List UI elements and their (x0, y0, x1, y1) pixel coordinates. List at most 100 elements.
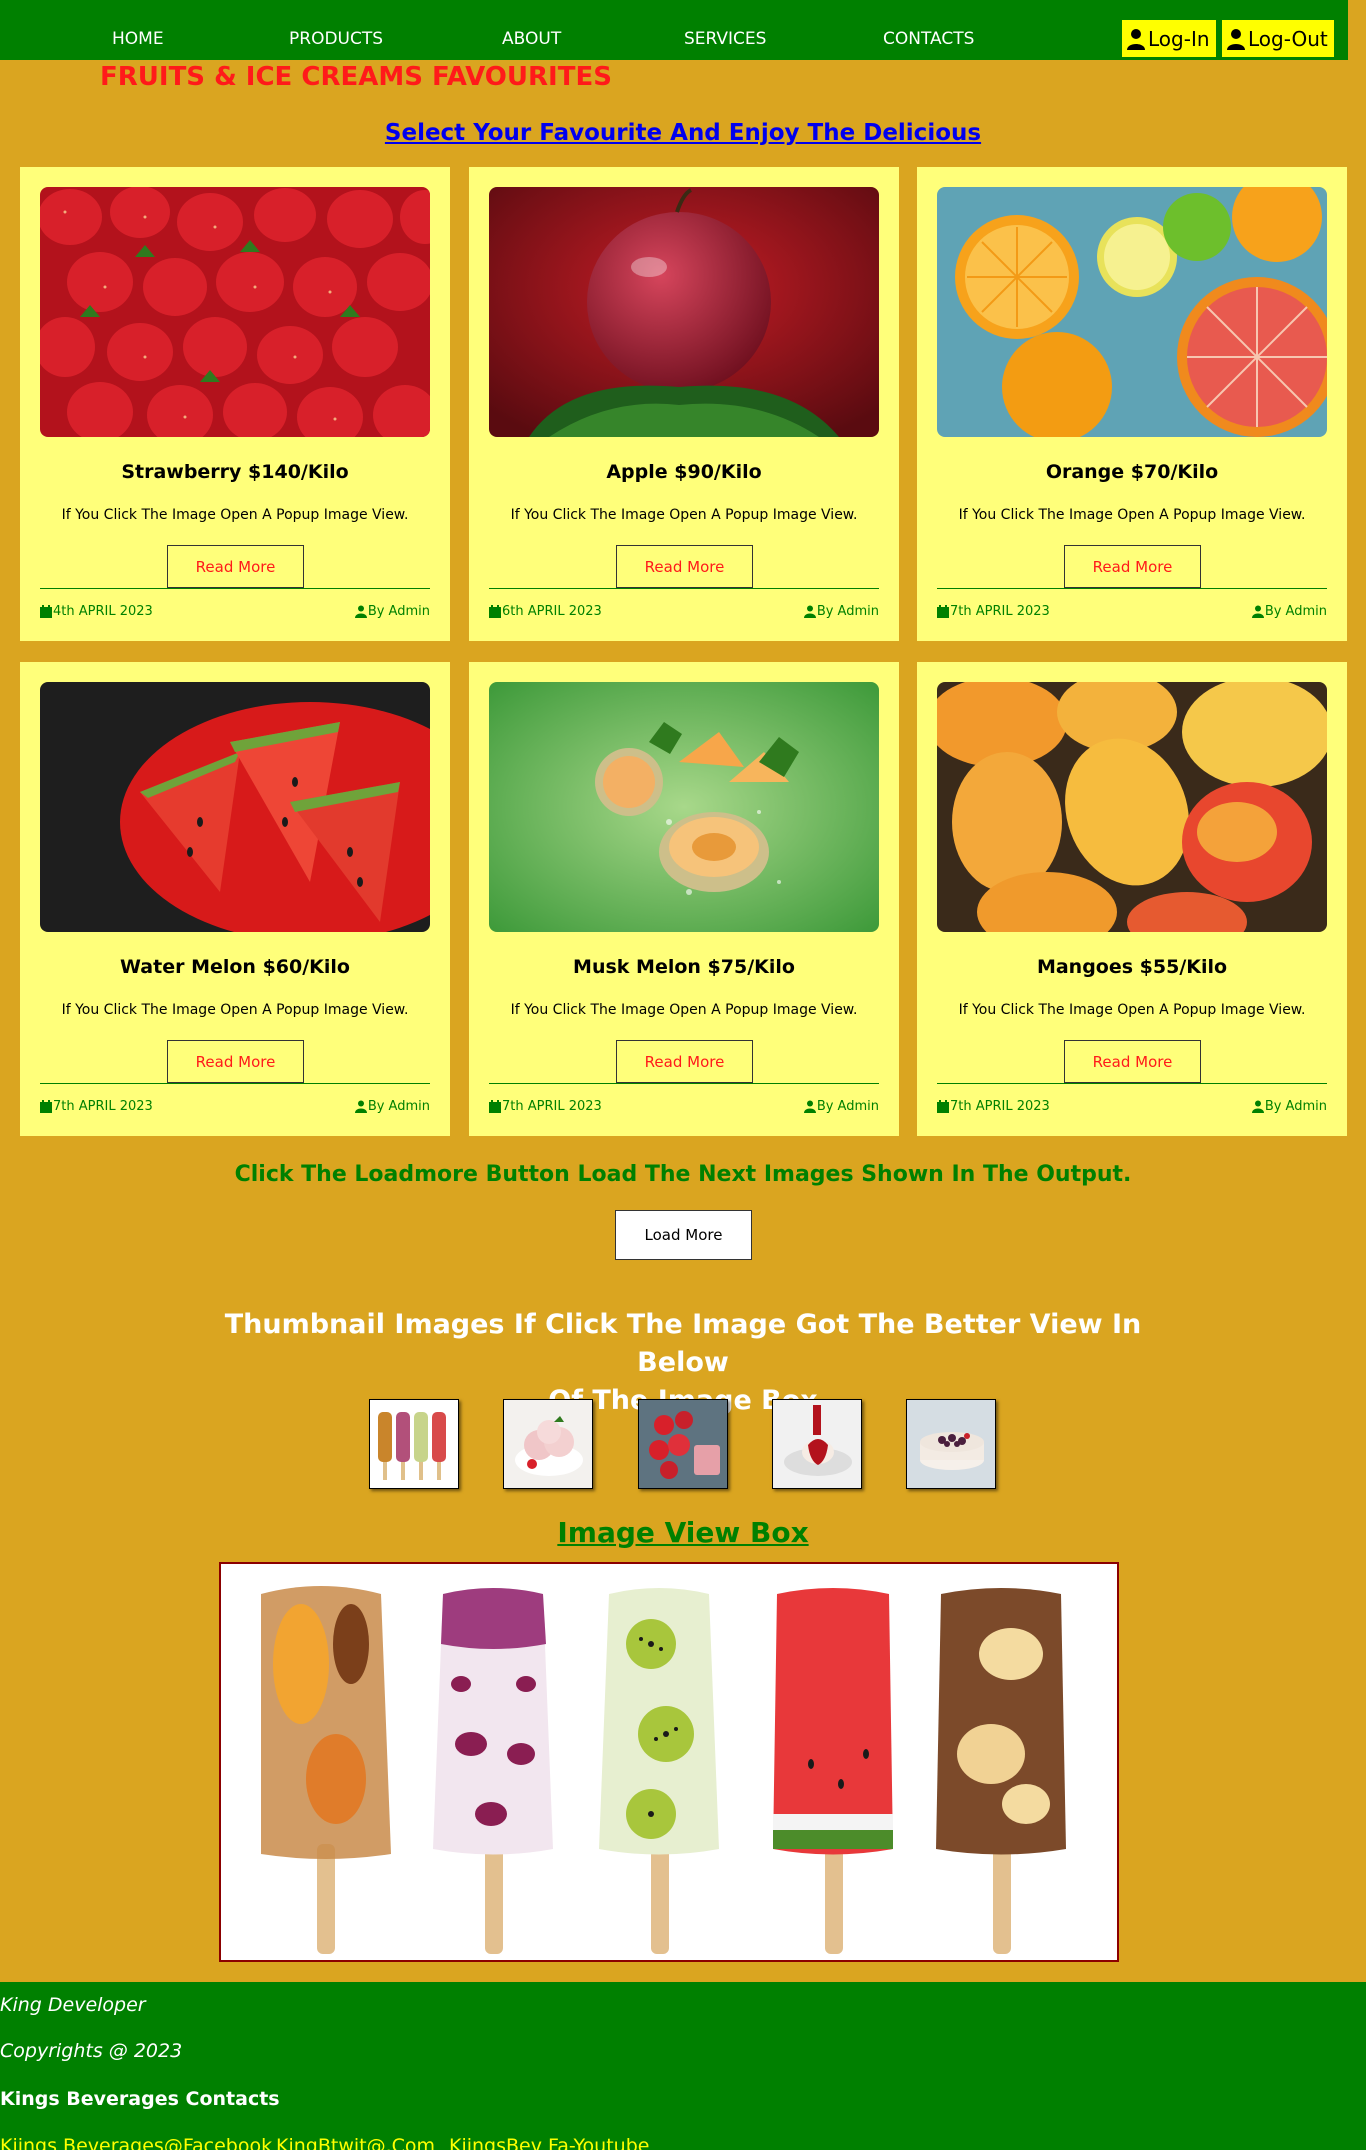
read-more-button[interactable]: Read More (616, 1040, 753, 1083)
product-card: Strawberry $140/Kilo If You Click The Im… (20, 167, 450, 641)
calendar-icon (489, 1100, 501, 1113)
user-icon (1127, 28, 1145, 50)
footer-copyright: Copyrights @ 2023 (0, 2040, 183, 2062)
logout-button[interactable]: Log-Out (1222, 20, 1334, 57)
post-date-text: 7th APRIL 2023 (950, 1099, 1050, 1114)
post-author-text: By Admin (367, 1099, 430, 1114)
divider (489, 588, 879, 589)
product-title: Orange $70/Kilo (1045, 461, 1219, 483)
fruit-popsicles-image (221, 1564, 1117, 1960)
top-nav: HOME PRODUCTS ABOUT SERVICES CONTACTS Lo… (0, 0, 1348, 60)
post-date-text: 6th APRIL 2023 (502, 604, 602, 619)
post-date-text: 4th APRIL 2023 (53, 604, 153, 619)
nav-services-link[interactable]: SERVICES (684, 29, 766, 49)
post-author: By Admin (354, 1099, 430, 1114)
read-more-button[interactable]: Read More (167, 1040, 304, 1083)
calendar-icon (937, 605, 949, 618)
user-icon (1251, 1100, 1264, 1113)
footer-contacts-heading: Kings Beverages Contacts (0, 2088, 280, 2110)
footer: King Developer Copyrights @ 2023 Kings B… (0, 1982, 1366, 2150)
post-author: By Admin (803, 1099, 879, 1114)
read-more-button[interactable]: Read More (616, 545, 753, 588)
thumbnail-strawberry-dessert[interactable] (638, 1399, 728, 1489)
post-author: By Admin (1251, 1099, 1327, 1114)
read-more-button[interactable]: Read More (1064, 1040, 1201, 1083)
page-subtitle-link[interactable]: Select Your Favourite And Enjoy The Deli… (0, 120, 1366, 146)
product-description: If You Click The Image Open A Popup Imag… (510, 507, 858, 523)
product-card: Water Melon $60/Kilo If You Click The Im… (20, 662, 450, 1136)
apple-image[interactable] (489, 187, 879, 437)
calendar-icon (40, 1100, 52, 1113)
read-more-button[interactable]: Read More (167, 545, 304, 588)
post-date-text: 7th APRIL 2023 (502, 1099, 602, 1114)
post-date-text: 7th APRIL 2023 (53, 1099, 153, 1114)
logout-label: Log-Out (1248, 26, 1328, 51)
strawberry-image[interactable] (40, 187, 430, 437)
read-more-button[interactable]: Read More (1064, 545, 1201, 588)
thumbnails-heading-line: Thumbnail Images If Click The Image Got … (224, 1309, 1142, 1378)
user-icon (803, 605, 816, 618)
user-icon (354, 1100, 367, 1113)
youtube-link[interactable]: KiingsBev Fa-Youtube (449, 2135, 649, 2150)
image-view-box[interactable] (219, 1562, 1119, 1962)
nav-products-link[interactable]: PRODUCTS (289, 29, 383, 49)
product-description: If You Click The Image Open A Popup Imag… (958, 1002, 1306, 1018)
loadmore-instructions: Click The Loadmore Button Load The Next … (234, 1162, 1132, 1187)
post-date: 7th APRIL 2023 (937, 604, 1050, 619)
post-author-text: By Admin (367, 604, 430, 619)
post-date: 7th APRIL 2023 (40, 1099, 153, 1114)
product-card: Mangoes $55/Kilo If You Click The Image … (917, 662, 1347, 1136)
thumbnail-ice-pops[interactable] (369, 1399, 459, 1489)
post-author-text: By Admin (816, 1099, 879, 1114)
product-description: If You Click The Image Open A Popup Imag… (510, 1002, 858, 1018)
musk-melon-image[interactable] (489, 682, 879, 932)
post-author: By Admin (1251, 604, 1327, 619)
product-title: Strawberry $140/Kilo (121, 461, 349, 483)
footer-developer: King Developer (0, 1994, 146, 2016)
divider (937, 1083, 1327, 1084)
post-author: By Admin (803, 604, 879, 619)
product-card: Orange $70/Kilo If You Click The Image O… (917, 167, 1347, 641)
post-author-text: By Admin (816, 604, 879, 619)
post-author-text: By Admin (1264, 1099, 1327, 1114)
login-button[interactable]: Log-In (1122, 20, 1216, 57)
image-view-heading: Image View Box (557, 1516, 809, 1549)
divider (40, 588, 430, 589)
product-title: Apple $90/Kilo (606, 461, 762, 483)
post-author-text: By Admin (1264, 604, 1327, 619)
thumbnail-ice-cream-bowl[interactable] (503, 1399, 593, 1489)
thumbnail-berry-cake[interactable] (906, 1399, 996, 1489)
nav-home-link[interactable]: HOME (112, 29, 164, 49)
nav-contacts-link[interactable]: CONTACTS (883, 29, 974, 49)
product-description: If You Click The Image Open A Popup Imag… (61, 1002, 409, 1018)
divider (937, 588, 1327, 589)
calendar-icon (489, 605, 501, 618)
divider (40, 1083, 430, 1084)
user-icon (354, 605, 367, 618)
thumbnail-dessert-plate[interactable] (772, 1399, 862, 1489)
user-icon (1227, 28, 1245, 50)
post-date: 7th APRIL 2023 (937, 1099, 1050, 1114)
user-icon (1251, 605, 1264, 618)
load-more-button[interactable]: Load More (615, 1210, 752, 1260)
facebook-link[interactable]: Kiings Beverages@Facebook (0, 2135, 272, 2150)
page-title: FRUITS & ICE CREAMS FAVOURITES (100, 62, 612, 92)
nav-about-link[interactable]: ABOUT (502, 29, 561, 49)
product-card: Musk Melon $75/Kilo If You Click The Ima… (469, 662, 899, 1136)
login-label: Log-In (1148, 26, 1210, 51)
product-description: If You Click The Image Open A Popup Imag… (61, 507, 409, 523)
product-card: Apple $90/Kilo If You Click The Image Op… (469, 167, 899, 641)
calendar-icon (40, 605, 52, 618)
product-title: Musk Melon $75/Kilo (573, 956, 795, 978)
orange-image[interactable] (937, 187, 1327, 437)
watermelon-image[interactable] (40, 682, 430, 932)
calendar-icon (937, 1100, 949, 1113)
twitter-link[interactable]: KingBtwit@.Com (276, 2135, 435, 2150)
mangoes-image[interactable] (937, 682, 1327, 932)
user-icon (803, 1100, 816, 1113)
post-date: 7th APRIL 2023 (489, 1099, 602, 1114)
post-date: 4th APRIL 2023 (40, 604, 153, 619)
product-title: Mangoes $55/Kilo (1036, 956, 1228, 978)
post-date-text: 7th APRIL 2023 (950, 604, 1050, 619)
divider (489, 1083, 879, 1084)
